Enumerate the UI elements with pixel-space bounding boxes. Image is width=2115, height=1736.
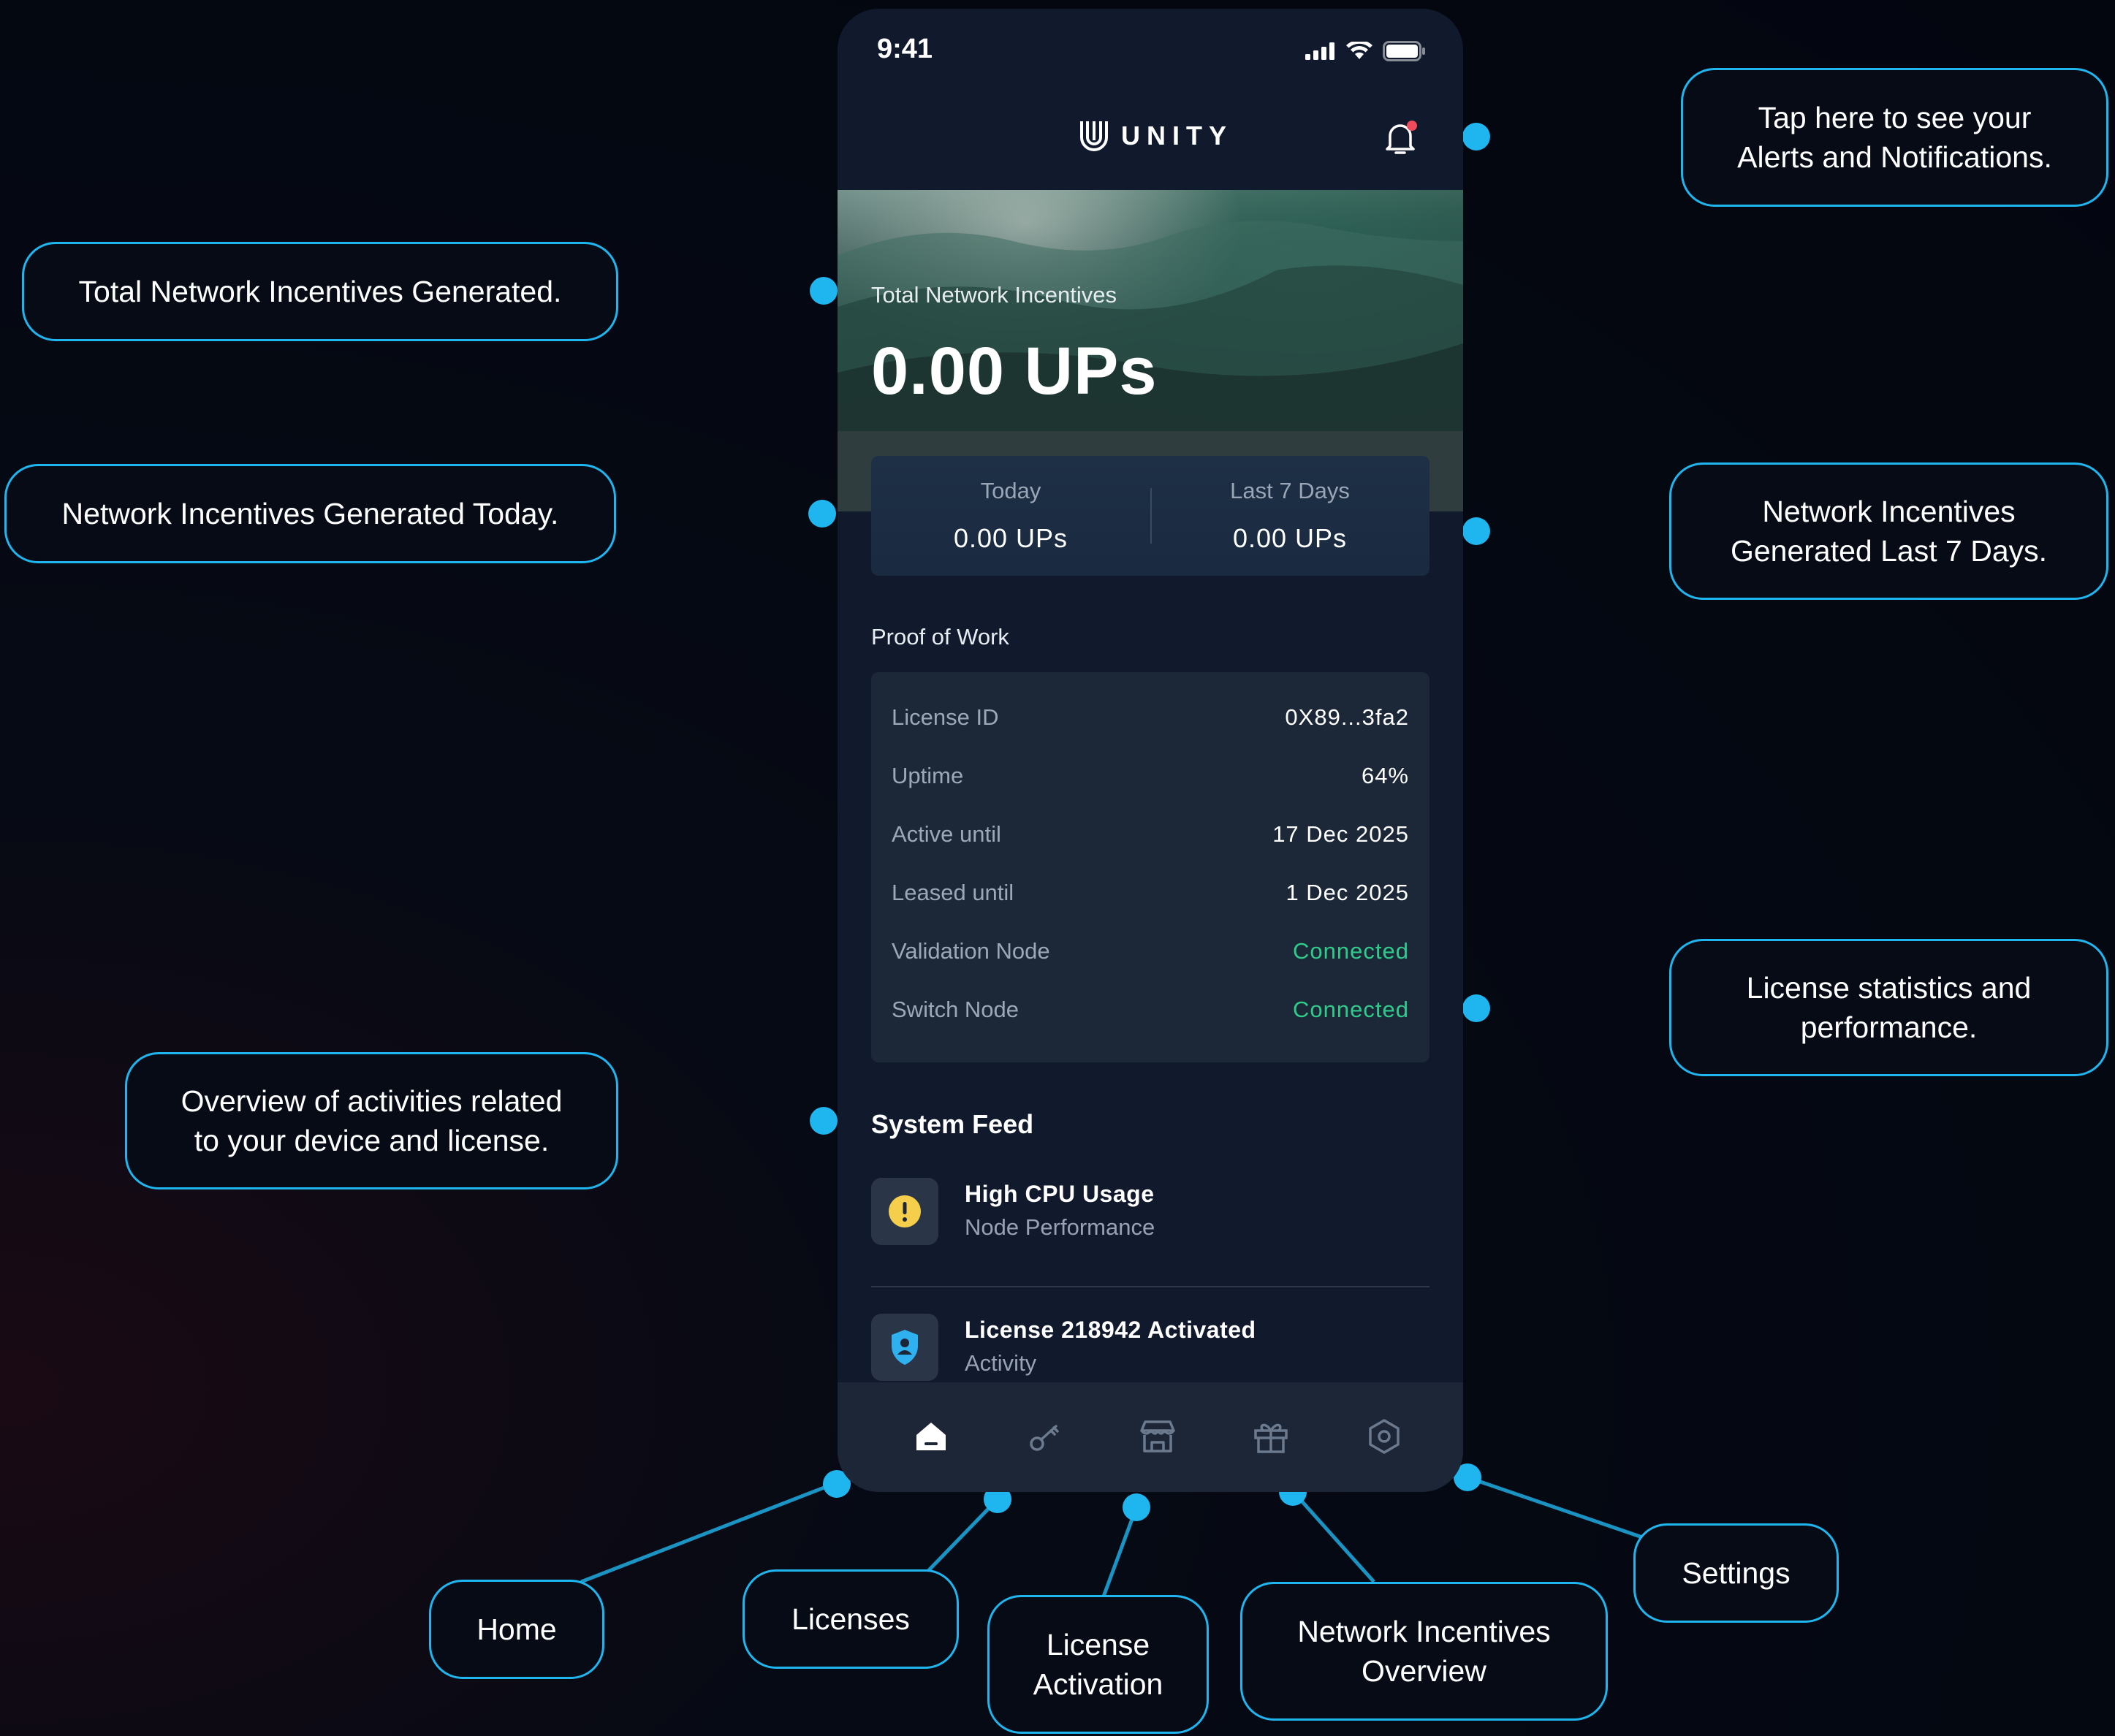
- stat-today-value: 0.00 UPs: [953, 523, 1068, 553]
- stat-last7-label: Last 7 Days: [1230, 478, 1350, 503]
- callout-home: Home: [429, 1580, 604, 1679]
- feed-divider: [871, 1286, 1429, 1287]
- pow-label: Validation Node: [892, 938, 1050, 964]
- callout-incentives-overview: Network Incentives Overview: [1240, 1582, 1608, 1721]
- notification-dot: [1407, 121, 1417, 131]
- callout-dot-last7: [1462, 517, 1490, 545]
- total-incentives-value: 0.00 UPs: [871, 334, 1158, 408]
- pow-value: 64%: [1361, 763, 1409, 788]
- signal-icon: [1305, 42, 1334, 60]
- total-incentives-label: Total Network Incentives: [871, 282, 1117, 308]
- status-time: 9:41: [877, 34, 933, 64]
- status-connected: Connected: [1293, 938, 1409, 964]
- pow-label: Switch Node: [892, 997, 1019, 1022]
- pow-label: Active until: [892, 821, 1001, 847]
- feed-icon-box: [871, 1314, 938, 1381]
- callout-dot-license-stats: [1462, 994, 1490, 1022]
- pow-row: Uptime 64%: [892, 754, 1409, 798]
- callout-license-stats: License statistics and performance.: [1669, 939, 2108, 1076]
- callout-settings: Settings: [1633, 1523, 1839, 1623]
- stat-last7: Last 7 Days 0.00 UPs: [1150, 456, 1429, 576]
- feed-item-title: License 218942 Activated: [965, 1317, 1256, 1343]
- wifi-icon: [1346, 42, 1372, 59]
- stat-today-label: Today: [980, 478, 1041, 503]
- callout-dot-today: [808, 500, 836, 528]
- brand-name: UNITY: [1121, 121, 1233, 151]
- tab-home[interactable]: [902, 1407, 960, 1466]
- app-header: UNITY: [838, 96, 1463, 190]
- feed-item-title: High CPU Usage: [965, 1181, 1155, 1207]
- callout-license-activation: License Activation: [987, 1595, 1209, 1734]
- proof-of-work-card: License ID 0X89...3fa2 Uptime 64% Active…: [871, 672, 1429, 1062]
- pow-row: Leased until 1 Dec 2025: [892, 871, 1409, 915]
- tab-license-activation[interactable]: [1128, 1407, 1187, 1466]
- feed-item-subtitle: Node Performance: [965, 1214, 1155, 1240]
- pow-label: Leased until: [892, 880, 1014, 905]
- tab-settings[interactable]: [1355, 1407, 1413, 1466]
- pow-value: 17 Dec 2025: [1272, 821, 1409, 847]
- pow-row: License ID 0X89...3fa2: [892, 696, 1409, 739]
- unity-logo-icon: [1080, 121, 1108, 151]
- callout-dot-license-activation: [1123, 1493, 1150, 1521]
- battery-icon: [1383, 41, 1425, 61]
- stat-today: Today 0.00 UPs: [871, 456, 1150, 576]
- tab-incentives-overview[interactable]: [1242, 1407, 1300, 1466]
- callout-total: Total Network Incentives Generated.: [22, 242, 618, 341]
- status-bar: 9:41: [838, 9, 1463, 96]
- home-icon: [916, 1423, 946, 1450]
- incentives-stats-card: Today 0.00 UPs Last 7 Days 0.00 UPs: [871, 456, 1429, 576]
- proof-of-work-title: Proof of Work: [871, 624, 1009, 650]
- settings-hex-icon: [1369, 1419, 1400, 1454]
- feed-item[interactable]: License 218942 Activated Activity: [871, 1314, 1429, 1387]
- callout-alerts: Tap here to see your Alerts and Notifica…: [1681, 68, 2108, 207]
- unity-logo: UNITY: [1079, 118, 1233, 153]
- pow-label: License ID: [892, 704, 999, 730]
- pow-value: 0X89...3fa2: [1285, 704, 1409, 730]
- callout-dot-activity: [810, 1107, 838, 1135]
- callout-today: Network Incentives Generated Today.: [4, 464, 616, 563]
- pow-value: 1 Dec 2025: [1286, 880, 1409, 905]
- callout-licenses: Licenses: [743, 1569, 959, 1669]
- status-connected: Connected: [1293, 997, 1409, 1022]
- warning-icon: [889, 1195, 921, 1227]
- gift-icon: [1254, 1423, 1288, 1453]
- pow-row: Switch Node Connected: [892, 988, 1409, 1032]
- store-icon: [1140, 1420, 1175, 1453]
- callout-last7: Network Incentives Generated Last 7 Days…: [1669, 462, 2108, 600]
- stat-last7-value: 0.00 UPs: [1232, 523, 1348, 553]
- notifications-button[interactable]: [1378, 117, 1422, 161]
- phone-screen: 9:41 UNITY Total Network Incentives 0.00…: [838, 9, 1463, 1492]
- status-icons: [1305, 41, 1425, 61]
- callout-dot-alerts: [1462, 123, 1490, 151]
- bottom-tab-bar: [838, 1382, 1463, 1492]
- shield-user-icon: [892, 1330, 918, 1365]
- feed-icon-box: [871, 1178, 938, 1245]
- system-feed-title: System Feed: [871, 1109, 1034, 1139]
- callout-dot-total: [810, 277, 838, 305]
- pow-row: Validation Node Connected: [892, 929, 1409, 973]
- bell-icon: [1386, 121, 1417, 154]
- feed-item[interactable]: High CPU Usage Node Performance: [871, 1178, 1429, 1251]
- feed-item-subtitle: Activity: [965, 1350, 1037, 1376]
- key-icon: [1030, 1425, 1059, 1451]
- pow-label: Uptime: [892, 763, 964, 788]
- tab-licenses[interactable]: [1015, 1407, 1074, 1466]
- pow-row: Active until 17 Dec 2025: [892, 812, 1409, 856]
- callout-activity: Overview of activities related to your d…: [125, 1052, 618, 1189]
